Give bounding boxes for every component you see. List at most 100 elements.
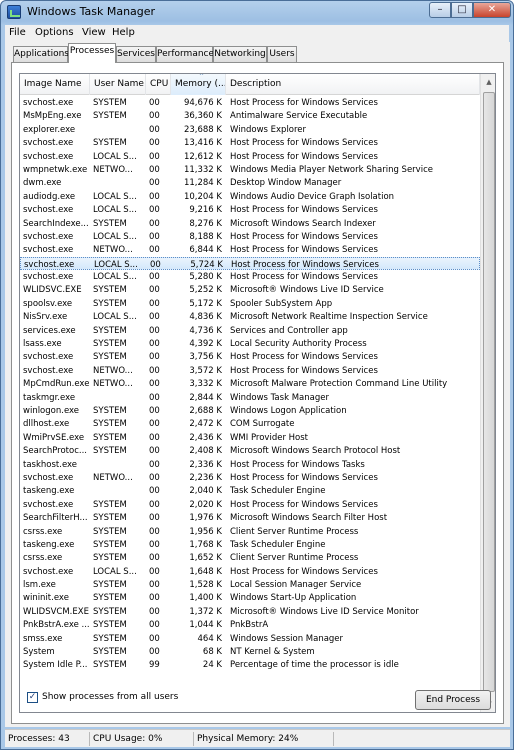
process-row[interactable]: svchost.exe LOCAL S... 00 5,280 K Host Proce… (20, 270, 480, 283)
show-all-users-checkbox[interactable]: ✓ (27, 692, 38, 703)
tab-applications[interactable]: Applications (13, 46, 69, 62)
process-row[interactable]: lsm.exe SYSTEM 00 1,528 K Local Session Mana… (20, 578, 480, 591)
process-row[interactable]: MpCmdRun.exe NETWO... 00 3,332 K Microsoft M… (20, 377, 480, 390)
cell-cpu: 00 (149, 325, 160, 336)
cell-cpu: 00 (149, 178, 160, 189)
process-row[interactable]: taskeng.exe SYSTEM 00 1,768 K Task Scheduler… (20, 538, 480, 551)
process-row[interactable]: svchost.exe NETWO... 00 2,236 K Host Process… (20, 471, 480, 484)
process-row[interactable]: dwm.exe 00 11,284 K Desktop Window Manager (20, 176, 480, 189)
process-row[interactable]: System Idle P... SYSTEM 99 24 K Percentage o… (20, 658, 480, 671)
cell-description: Host Process for Windows Services (230, 472, 378, 483)
process-row[interactable]: explorer.exe 00 23,688 K Windows Explorer (20, 123, 480, 136)
process-row[interactable]: services.exe SYSTEM 00 4,736 K Services and … (20, 324, 480, 337)
process-row[interactable]: SearchIndexe... SYSTEM 00 8,276 K Microsoft … (20, 217, 480, 230)
title-bar[interactable]: Windows Task Manager – □ ✕ (1, 1, 513, 23)
tab-services[interactable]: Services (116, 46, 156, 62)
cell-image-name: WLIDSVC.EXE (23, 285, 82, 296)
cell-cpu: 00 (149, 379, 160, 390)
process-row[interactable]: taskmgr.exe 00 2,844 K Windows Task Manager (20, 391, 480, 404)
menu-help[interactable]: Help (112, 27, 135, 38)
cell-image-name: MpCmdRun.exe (23, 379, 89, 390)
process-row[interactable]: winlogon.exe SYSTEM 00 2,688 K Windows Logon… (20, 404, 480, 417)
cell-image-name: spoolsv.exe (23, 298, 73, 309)
cell-cpu: 00 (149, 392, 160, 403)
column-cpu[interactable]: CPU (146, 74, 171, 95)
cell-description: Microsoft Windows Search Protocol Host (230, 446, 401, 457)
process-row[interactable]: spoolsv.exe SYSTEM 00 5,172 K Spooler SubSys… (20, 297, 480, 310)
column-user-name[interactable]: User Name (90, 74, 146, 95)
tab-users[interactable]: Users (267, 46, 297, 62)
process-row[interactable]: WLIDSVCM.EXE SYSTEM 00 1,372 K Microsoft® Wi… (20, 605, 480, 618)
cell-user-name: LOCAL S... (93, 191, 137, 202)
process-row[interactable]: svchost.exe LOCAL S... 00 8,188 K Host Proce… (20, 230, 480, 243)
cell-memory: 2,236 K (189, 472, 222, 483)
process-row[interactable]: svchost.exe SYSTEM 00 3,756 K Host Process f… (20, 350, 480, 363)
process-row[interactable]: svchost.exe LOCAL S... 00 1,648 K Host Proce… (20, 565, 480, 578)
process-row[interactable]: audiodg.exe LOCAL S... 00 10,204 K Windows A… (20, 190, 480, 203)
process-list[interactable]: Image Name User Name CPU ^ Memory (... D… (19, 73, 496, 713)
column-image-name[interactable]: Image Name (20, 74, 90, 95)
process-row[interactable]: NisSrv.exe LOCAL S... 00 4,836 K Microsoft N… (20, 310, 480, 323)
process-row[interactable]: smss.exe SYSTEM 00 464 K Windows Session Man… (20, 632, 480, 645)
vertical-scrollbar[interactable]: ▲ ▼ (480, 74, 495, 712)
cell-description: Host Process for Windows Services (230, 352, 378, 363)
process-row[interactable]: svchost.exe SYSTEM 00 13,416 K Host Process … (20, 136, 480, 149)
process-row[interactable]: csrss.exe SYSTEM 00 1,956 K Client Server Ru… (20, 525, 480, 538)
scroll-up-arrow-icon[interactable]: ▲ (481, 74, 495, 90)
cell-image-name: svchost.exe (23, 272, 74, 283)
cell-user-name: SYSTEM (93, 526, 127, 537)
process-row[interactable]: svchost.exe SYSTEM 00 2,020 K Host Process f… (20, 498, 480, 511)
cell-image-name: svchost.exe (23, 472, 74, 483)
cell-description: Local Security Authority Process (230, 339, 367, 350)
cell-image-name: svchost.exe (23, 151, 74, 162)
cell-memory: 3,332 K (189, 379, 222, 390)
cell-description: Percentage of time the processor is idle (230, 660, 399, 671)
cell-cpu: 00 (149, 352, 160, 363)
process-row[interactable]: svchost.exe LOCAL S... 00 5,724 K Host Proce… (20, 256, 480, 271)
cell-user-name (93, 485, 145, 497)
process-row[interactable]: SearchFilterH... SYSTEM 00 1,976 K Microsoft… (20, 511, 480, 524)
process-row[interactable]: svchost.exe LOCAL S... 00 12,612 K Host Proc… (20, 150, 480, 163)
menu-file[interactable]: File (9, 27, 26, 38)
process-row[interactable]: svchost.exe NETWO... 00 6,844 K Host Process… (20, 243, 480, 256)
tab-performance[interactable]: Performance (156, 46, 214, 62)
process-row[interactable]: System SYSTEM 00 68 K NT Kernel & System (20, 645, 480, 658)
maximize-button[interactable]: □ (451, 2, 473, 18)
process-row[interactable]: WmiPrvSE.exe SYSTEM 00 2,436 K WMI Provider … (20, 431, 480, 444)
process-row[interactable]: taskhost.exe 00 2,336 K Host Process for Wi… (20, 458, 480, 471)
column-description[interactable]: Description (226, 74, 480, 95)
process-row[interactable]: PnkBstrA.exe ... SYSTEM 00 1,044 K PnkBstrA (20, 618, 480, 631)
end-process-button[interactable]: End Process (415, 690, 491, 710)
menu-options[interactable]: Options (35, 27, 74, 38)
cell-user-name: SYSTEM (93, 539, 127, 550)
cell-user-name: SYSTEM (93, 499, 127, 510)
process-row[interactable]: svchost.exe NETWO... 00 3,572 K Host Process… (20, 364, 480, 377)
menu-view[interactable]: View (82, 27, 106, 38)
tab-processes[interactable]: Processes (68, 43, 116, 63)
process-row[interactable]: csrss.exe SYSTEM 00 1,652 K Client Server Ru… (20, 551, 480, 564)
process-row[interactable]: svchost.exe SYSTEM 00 94,676 K Host Process … (20, 96, 480, 109)
cell-cpu: 99 (149, 660, 160, 671)
tab-networking[interactable]: Networking (213, 46, 267, 62)
process-row[interactable]: SearchProtoc... SYSTEM 00 2,408 K Microsoft … (20, 444, 480, 457)
cell-image-name: services.exe (23, 325, 76, 336)
process-row[interactable]: wmpnetwk.exe NETWO... 00 11,332 K Windows Me… (20, 163, 480, 176)
process-row[interactable]: MsMpEng.exe SYSTEM 00 36,360 K Antimalware S… (20, 109, 480, 122)
cell-cpu: 00 (149, 513, 160, 524)
show-all-users-label[interactable]: Show processes from all users (42, 692, 178, 702)
process-row[interactable]: WLIDSVC.EXE SYSTEM 00 5,252 K Microsoft® Win… (20, 283, 480, 296)
cell-user-name: SYSTEM (93, 98, 127, 108)
process-row[interactable]: taskeng.exe 00 2,040 K Task Scheduler Engin… (20, 484, 480, 497)
cell-description: Task Scheduler Engine (230, 539, 326, 550)
column-memory[interactable]: ^ Memory (... (171, 74, 226, 95)
cell-image-name: csrss.exe (23, 526, 63, 537)
cell-description: Client Server Runtime Process (230, 526, 359, 537)
process-row[interactable]: lsass.exe SYSTEM 00 4,392 K Local Security A… (20, 337, 480, 350)
process-row[interactable]: dllhost.exe SYSTEM 00 2,472 K COM Surrogate (20, 417, 480, 430)
process-row[interactable]: wininit.exe SYSTEM 00 1,400 K Windows Start-… (20, 591, 480, 604)
cell-memory: 1,044 K (189, 620, 222, 631)
minimize-button[interactable]: – (429, 2, 451, 18)
scroll-thumb[interactable] (483, 92, 495, 692)
close-button[interactable]: ✕ (473, 2, 511, 18)
process-row[interactable]: svchost.exe LOCAL S... 00 9,216 K Host Proce… (20, 203, 480, 216)
